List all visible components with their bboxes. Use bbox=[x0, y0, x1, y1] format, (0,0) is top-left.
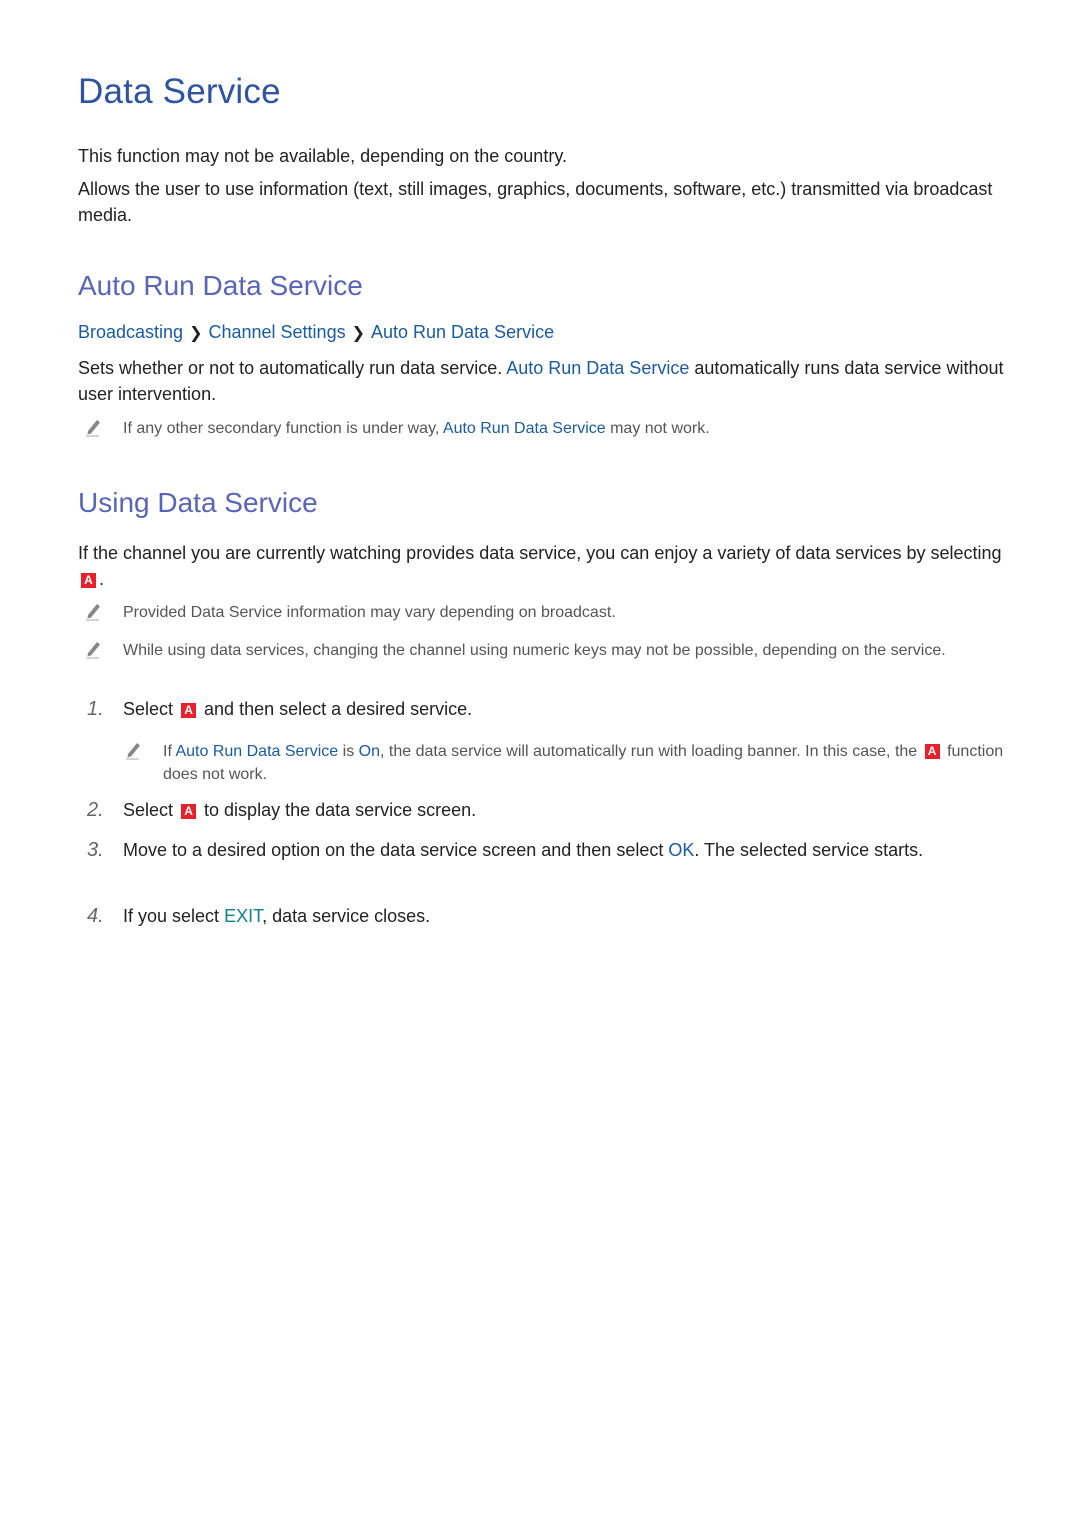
text: to display the data service screen. bbox=[199, 800, 477, 820]
breadcrumb-item-auto-run[interactable]: Auto Run Data Service bbox=[371, 322, 554, 342]
text: If the channel you are currently watchin… bbox=[78, 543, 1002, 563]
breadcrumb-item-channel-settings[interactable]: Channel Settings bbox=[208, 322, 345, 342]
text: Sets whether or not to automatically run… bbox=[78, 358, 507, 378]
red-a-key-icon: A bbox=[181, 703, 197, 718]
pencil-note-icon bbox=[86, 420, 100, 437]
text: If any other secondary function is under… bbox=[123, 420, 443, 437]
intro-availability: This function may not be available, depe… bbox=[78, 146, 567, 166]
note-text: Provided Data Service information may va… bbox=[123, 604, 616, 621]
auto-run-link: Auto Run Data Service bbox=[442, 420, 606, 437]
auto-run-link: Auto Run Data Service bbox=[506, 358, 690, 378]
breadcrumb: Broadcasting ❯ Channel Settings ❯ Auto Run D… bbox=[78, 322, 554, 343]
text: is bbox=[338, 743, 359, 760]
pencil-note-icon bbox=[86, 642, 100, 659]
text: , the data service will automatically ru… bbox=[380, 743, 922, 760]
pencil-note-icon bbox=[86, 604, 100, 621]
page-title: Data Service bbox=[78, 72, 281, 111]
step-number: 3. bbox=[87, 839, 104, 861]
text: Select bbox=[123, 800, 179, 820]
text: If bbox=[163, 743, 176, 760]
chevron-right-icon: ❯ bbox=[189, 325, 203, 342]
ok-key-label: OK bbox=[668, 840, 695, 860]
pencil-note-icon bbox=[126, 743, 140, 760]
red-a-key-icon: A bbox=[924, 744, 940, 759]
on-value: On bbox=[358, 743, 380, 760]
chevron-right-icon: ❯ bbox=[351, 325, 365, 342]
text: may not work. bbox=[605, 420, 710, 437]
text: Select bbox=[123, 699, 179, 719]
text: and then select a desired service. bbox=[199, 699, 473, 719]
section-heading-using: Using Data Service bbox=[78, 487, 318, 518]
exit-key-label: EXIT bbox=[224, 906, 263, 926]
auto-run-link: Auto Run Data Service bbox=[175, 743, 339, 760]
text: If you select bbox=[123, 906, 225, 926]
step-number: 2. bbox=[87, 799, 104, 821]
breadcrumb-item-broadcasting[interactable]: Broadcasting bbox=[78, 322, 183, 342]
section-heading-auto-run: Auto Run Data Service bbox=[78, 270, 363, 301]
red-a-key-icon: A bbox=[81, 573, 96, 588]
auto-run-description: Sets whether or not to automatically run… bbox=[78, 355, 1008, 407]
note-text: While using data services, changing the … bbox=[123, 642, 946, 659]
step-number: 1. bbox=[87, 698, 104, 720]
text: . The selected service starts. bbox=[694, 840, 924, 860]
red-a-key-icon: A bbox=[181, 804, 197, 819]
text: Move to a desired option on the data ser… bbox=[123, 840, 669, 860]
intro-description: Allows the user to use information (text… bbox=[78, 179, 993, 225]
text: , data service closes. bbox=[262, 906, 431, 926]
using-description: If the channel you are currently watchin… bbox=[78, 540, 1008, 592]
text: . bbox=[99, 569, 105, 589]
step-number: 4. bbox=[87, 905, 104, 927]
